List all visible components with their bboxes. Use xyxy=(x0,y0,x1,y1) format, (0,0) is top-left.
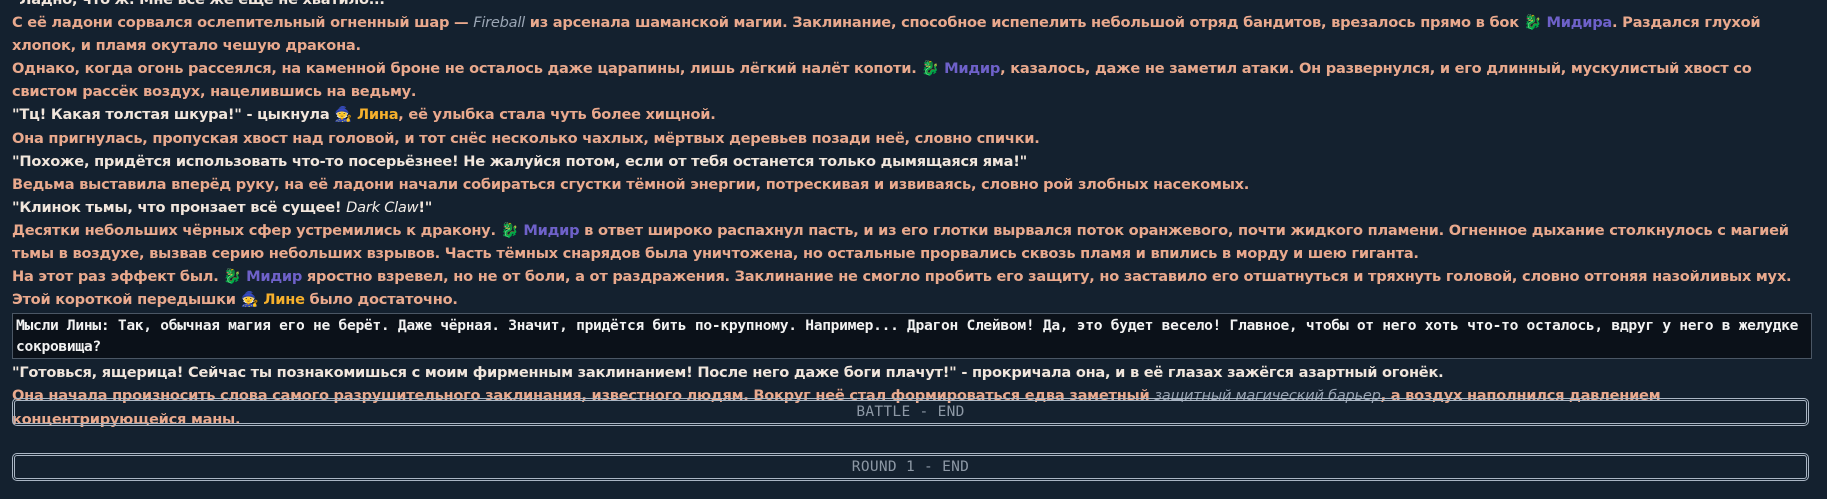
story-paragraph: Она пригнулась, пропуская хвост над голо… xyxy=(12,129,1040,147)
witch-icon: 🧙 xyxy=(334,106,353,124)
dragon-icon: 🐉 xyxy=(1523,14,1542,32)
speech-text: "Ладно, что ж. Мне всё же ещё не хватило… xyxy=(12,0,392,8)
speech-text: "Тц! Какая толстая шкура!" - цыкнула xyxy=(12,106,335,124)
dragon-icon: 🐉 xyxy=(921,60,940,78)
thought-block: Мысли Лины: Так, обычная магия его не бе… xyxy=(12,313,1812,360)
spell-name: Fireball xyxy=(473,14,525,32)
speech-line: "Клинок тьмы, что пронзает всё сущее! Da… xyxy=(12,196,1812,219)
round-end-divider: ROUND 1 - END xyxy=(12,453,1809,481)
character-name-midir: Мидир xyxy=(246,268,303,286)
story-paragraph: С её ладони сорвался ослепительный огнен… xyxy=(12,11,1812,57)
narration-text: Десятки небольших чёрных сфер устремилис… xyxy=(12,221,501,239)
speech-text: "Клинок тьмы, что пронзает всё сущее! xyxy=(12,198,347,216)
narration-text: На этот раз эффект был. xyxy=(12,268,224,286)
narration-text: из арсенала шаманской магии. Заклинание,… xyxy=(524,14,1524,32)
story-line-top: "Ладно, что ж. Мне всё же ещё не хватило… xyxy=(12,0,1812,11)
battle-end-divider: BATTLE - END xyxy=(12,398,1809,426)
story-paragraph: "Тц! Какая толстая шкура!" - цыкнула 🧙 Л… xyxy=(12,103,1812,126)
character-name-lina: Лина xyxy=(357,106,399,124)
character-name-midir: Мидир xyxy=(523,221,580,239)
spell-name: Dark Claw xyxy=(346,198,419,216)
story-paragraph: Ведьма выставила вперёд руку, на её ладо… xyxy=(12,175,1250,193)
narration-text: , её улыбка стала чуть более хищной. xyxy=(398,106,716,124)
dragon-icon: 🐉 xyxy=(223,268,242,286)
speech-line: "Похоже, придётся использовать что-то по… xyxy=(12,152,1027,170)
narration-text: было достаточно. xyxy=(304,291,458,309)
story-paragraph: На этот раз эффект был. 🐉 Мидир яростно … xyxy=(12,265,1812,311)
witch-icon: 🧙 xyxy=(240,291,259,309)
story-log: "Ладно, что ж. Мне всё же ещё не хватило… xyxy=(12,0,1812,431)
character-name-midir: Мидира xyxy=(1546,14,1613,32)
narration-text: Однако, когда огонь рассеялся, на каменн… xyxy=(12,60,922,78)
narration-text: С её ладони сорвался ослепительный огнен… xyxy=(12,14,474,32)
dragon-icon: 🐉 xyxy=(500,221,519,239)
character-name-lina: Лине xyxy=(263,291,305,309)
story-paragraph: Однако, когда огонь рассеялся, на каменн… xyxy=(12,57,1812,103)
story-paragraph: Десятки небольших чёрных сфер устремилис… xyxy=(12,219,1812,265)
speech-text: !" xyxy=(418,198,433,216)
speech-line: "Готовься, ящерица! Сейчас ты познакомиш… xyxy=(12,364,1444,382)
character-name-midir: Мидир xyxy=(944,60,1001,78)
